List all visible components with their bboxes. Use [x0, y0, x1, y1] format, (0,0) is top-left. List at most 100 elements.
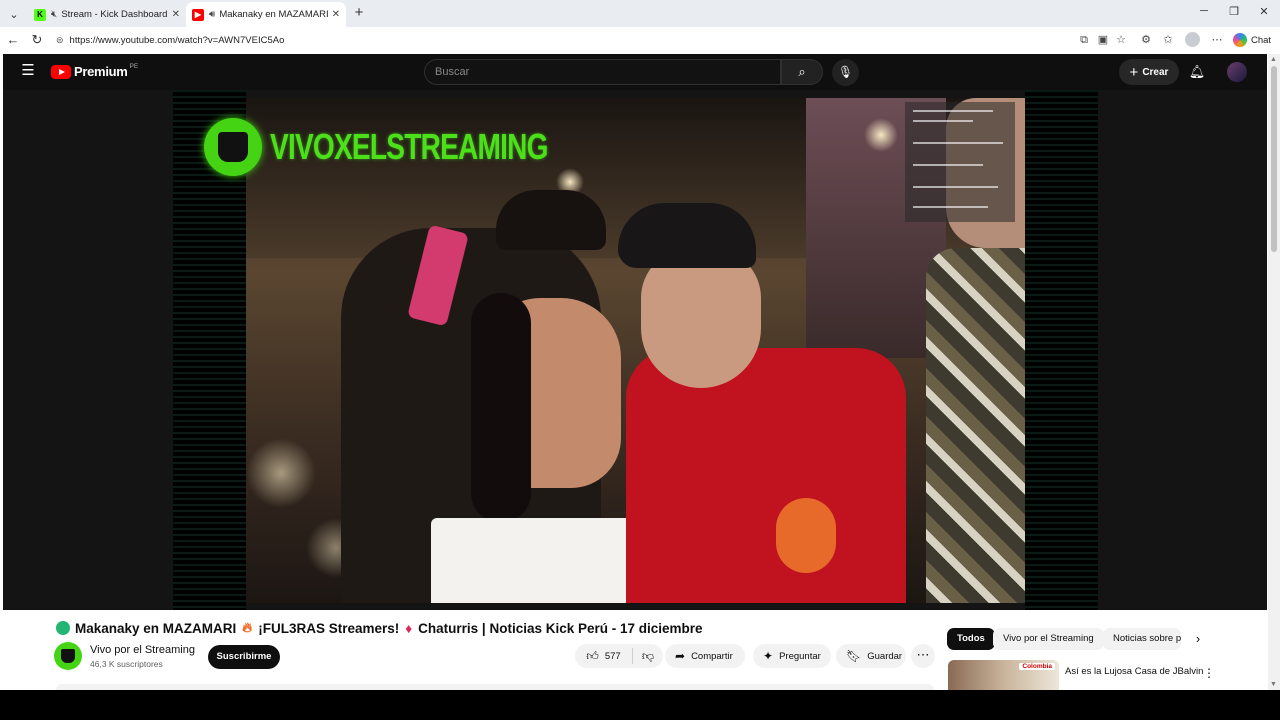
- video-frame[interactable]: [246, 98, 1025, 603]
- subscriber-count: 46,3 K suscriptores: [90, 659, 163, 669]
- new-tab-plus-icon[interactable]: +: [350, 4, 368, 22]
- tab-title: Stream - Kick Dashboard: [61, 9, 168, 20]
- chat-message: [913, 142, 1003, 144]
- logo-text: Premium: [74, 64, 128, 79]
- address-bar[interactable]: ⊜ https://www.youtube.com/watch?v=AWN7VE…: [50, 30, 1070, 50]
- recommendation-thumbnail[interactable]: Colombia: [948, 660, 1059, 690]
- matrix-background: [173, 90, 246, 610]
- avatar-core: [61, 649, 75, 663]
- more-actions-icon[interactable]: ⋯: [911, 644, 935, 668]
- menu-hamburger-icon[interactable]: ☰: [19, 62, 37, 80]
- create-button[interactable]: + Crear: [1119, 59, 1179, 85]
- tab-kick-dashboard[interactable]: K 🔇︎ Stream - Kick Dashboard ✕: [28, 2, 186, 27]
- fire-icon: 🔥︎: [242, 620, 253, 635]
- tab-strip: ⌄ K 🔇︎ Stream - Kick Dashboard ✕ ▶ 🔊︎ Ma…: [0, 0, 1280, 27]
- more-menu-icon[interactable]: ⋯: [1209, 32, 1225, 48]
- recommendation-title[interactable]: Así es la Lujosa Casa de JBalvin: [1065, 666, 1203, 677]
- chip-related[interactable]: Noticias sobre p: [1103, 628, 1181, 650]
- chat-message: [913, 120, 973, 122]
- restore-icon[interactable]: ❐: [1225, 5, 1243, 18]
- tab-youtube-video[interactable]: ▶ 🔊︎ Makanaky en MAZAMARI ✕: [186, 2, 346, 27]
- title-part: Chaturris | Noticias Kick Perú - 17 dici…: [418, 620, 703, 636]
- translate-icon[interactable]: ⧉: [1076, 32, 1092, 48]
- ask-button[interactable]: ✦ Preguntar: [753, 644, 831, 668]
- like-button[interactable]: 👍︎ 577: [575, 648, 633, 664]
- street-light: [246, 438, 316, 508]
- speaker-muted-icon[interactable]: 🔇︎: [51, 9, 57, 20]
- favorite-star-icon[interactable]: ☆: [1113, 32, 1129, 48]
- like-count: 577: [604, 650, 621, 662]
- plush-toy: [776, 498, 836, 573]
- youtube-page: ☰ Premium PE Buscar ⌕ 🎙︎ + Crear 🔔︎ VIVO…: [3, 54, 1267, 690]
- kick-icon: K: [34, 8, 46, 21]
- favorites-icon[interactable]: ✩: [1160, 32, 1176, 48]
- copilot-chat-button[interactable]: Chat: [1233, 31, 1271, 49]
- chat-message: [913, 186, 998, 188]
- refresh-icon[interactable]: ↻: [28, 31, 46, 49]
- share-button[interactable]: ➦ Compartir: [665, 644, 745, 668]
- scroll-up-icon[interactable]: ▲: [1270, 56, 1277, 63]
- account-avatar[interactable]: [1227, 62, 1247, 82]
- youtube-icon: ▶: [192, 8, 204, 21]
- microphone-icon[interactable]: 🎙︎: [832, 59, 859, 86]
- bookmark-icon: 🔖︎: [846, 649, 862, 663]
- create-label: Crear: [1142, 66, 1169, 78]
- subscribe-button[interactable]: Suscribirme: [208, 645, 280, 669]
- scrollbar-thumb[interactable]: [1271, 66, 1277, 252]
- video-player[interactable]: VIVOXELSTREAMING: [3, 90, 1267, 610]
- youtube-premium-logo[interactable]: Premium PE: [51, 63, 139, 79]
- tab-title: Makanaky en MAZAMARI: [219, 9, 328, 20]
- tab-list-chevron-icon[interactable]: ⌄: [4, 4, 24, 24]
- dancer-icon: ♦: [405, 620, 413, 636]
- stream-chat-overlay: [905, 102, 1015, 222]
- close-window-icon[interactable]: ✕: [1255, 5, 1273, 18]
- title-part: Makanaky en MAZAMARI: [75, 620, 237, 636]
- more-vertical-icon[interactable]: ⋮: [1203, 666, 1215, 680]
- channel-avatar[interactable]: [54, 642, 82, 670]
- chat-label: Chat: [1251, 34, 1272, 46]
- notifications-bell-icon[interactable]: 🔔︎: [1187, 62, 1207, 82]
- person-hair: [471, 293, 531, 523]
- country-code: PE: [129, 63, 139, 70]
- person-cap: [496, 190, 606, 250]
- save-label: Guardar: [867, 650, 903, 662]
- matrix-background: [1025, 90, 1098, 610]
- video-info-area: Makanaky en MAZAMARI 🔥︎ ¡FUL3RAS Streame…: [3, 610, 1267, 690]
- thumbs-down-icon[interactable]: 👎︎: [633, 649, 663, 664]
- search-icon[interactable]: ⌕: [781, 59, 823, 85]
- plus-icon: +: [1129, 63, 1139, 81]
- ask-label: Preguntar: [779, 650, 821, 662]
- site-info-icon[interactable]: ⊜: [56, 35, 64, 46]
- street-light: [864, 118, 898, 152]
- video-title: Makanaky en MAZAMARI 🔥︎ ¡FUL3RAS Streame…: [56, 620, 703, 636]
- share-arrow-icon: ➦: [675, 649, 686, 663]
- thumbs-up-icon: 👍︎: [586, 648, 599, 663]
- share-label: Compartir: [691, 650, 733, 662]
- profile-avatar[interactable]: [1185, 32, 1200, 47]
- split-screen-icon[interactable]: ▣: [1095, 32, 1111, 48]
- chip-all[interactable]: Todos: [947, 628, 995, 650]
- address-url: https://www.youtube.com/watch?v=AWN7VEIC…: [69, 34, 285, 46]
- search-input[interactable]: Buscar: [424, 59, 781, 85]
- description-box[interactable]: [56, 684, 934, 690]
- kick-logo-icon: [56, 621, 70, 635]
- speaker-icon[interactable]: 🔊︎: [209, 9, 215, 20]
- minimize-icon[interactable]: ─: [1195, 5, 1213, 17]
- close-tab-icon[interactable]: ✕: [172, 9, 180, 20]
- save-button[interactable]: 🔖︎ Guardar: [836, 644, 906, 668]
- youtube-play-icon: [51, 64, 71, 79]
- red-jersey: [626, 348, 906, 603]
- chip-channel[interactable]: Vivo por el Streaming: [993, 628, 1104, 650]
- extensions-icon[interactable]: ⚙: [1138, 32, 1154, 48]
- chat-message: [913, 206, 988, 208]
- close-tab-icon[interactable]: ✕: [332, 9, 340, 20]
- chat-message: [913, 110, 993, 112]
- browser-toolbar: ← ↻ ⊜ https://www.youtube.com/watch?v=AW…: [0, 27, 1280, 53]
- chevron-right-icon[interactable]: ›: [1189, 630, 1207, 648]
- back-arrow-icon[interactable]: ←: [4, 31, 22, 49]
- black-cap: [618, 203, 756, 268]
- channel-name[interactable]: Vivo por el Streaming: [90, 644, 195, 656]
- scroll-down-icon[interactable]: ▼: [1270, 681, 1277, 688]
- page-scrollbar[interactable]: ▲ ▼: [1268, 54, 1280, 690]
- title-part: ¡FUL3RAS Streamers!: [258, 620, 400, 636]
